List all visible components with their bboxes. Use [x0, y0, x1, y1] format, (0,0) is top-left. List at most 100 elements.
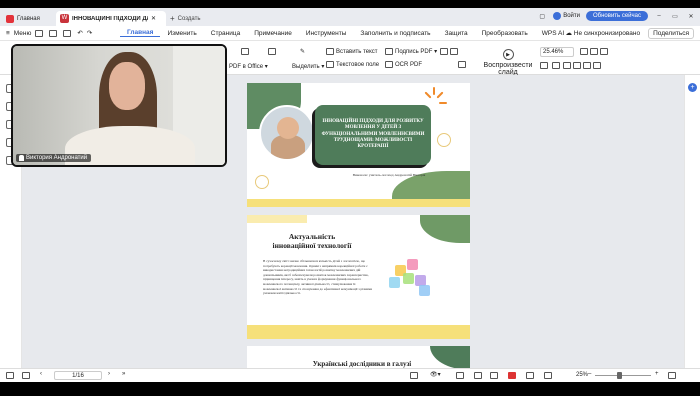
share-button[interactable]: Поделиться	[648, 27, 694, 39]
add-icon[interactable]: +	[688, 83, 697, 92]
zoom-in-small-icon[interactable]: +	[655, 371, 659, 377]
signin-button[interactable]: Войти	[553, 12, 580, 20]
eye-protection-icon[interactable]	[544, 372, 552, 379]
plus-icon: +	[170, 14, 175, 23]
video-call-tile[interactable]: Виктория Андронатий	[11, 44, 227, 167]
fit-icon[interactable]	[22, 372, 30, 379]
view-icons-bottom[interactable]	[540, 62, 603, 69]
menu-item-edit[interactable]: Изменить	[160, 30, 203, 37]
continuous-icon	[583, 62, 592, 69]
convert-doc-icon	[241, 48, 249, 55]
menu-item-page[interactable]: Страница	[204, 30, 247, 37]
new-tab-label: Создать	[177, 15, 201, 22]
select-button[interactable]: Выделить ▾	[292, 63, 324, 70]
window-layout-icon[interactable]: ▢	[537, 13, 547, 20]
status-bar: ‹ 1/16 › » 👁▾ 25% – +	[0, 368, 700, 382]
decor-shape	[420, 215, 470, 243]
zoom-select[interactable]: 25.46%	[540, 47, 574, 57]
play-icon: ▶	[502, 49, 514, 60]
maximize-icon[interactable]: ▭	[670, 13, 680, 20]
zoom-out-icon	[540, 62, 548, 69]
eye-icon[interactable]: 👁▾	[430, 371, 441, 378]
hamburger-icon[interactable]: ≡	[6, 30, 10, 37]
participant-name-tag: Виктория Андронатий	[16, 154, 92, 162]
menu-item-protect[interactable]: Защита	[438, 30, 475, 37]
zoom-slider[interactable]	[595, 375, 651, 376]
redo-icon[interactable]: ↷	[87, 29, 92, 37]
tab-document[interactable]: W ІННОВАЦІЙНІ ПІДХОДИ ДЛ ✕	[56, 11, 166, 26]
slide-page-2: Актуальність інноваційної технології В с…	[247, 215, 470, 339]
signature-icon	[385, 48, 393, 55]
new-tab-button[interactable]: + Создать	[170, 11, 210, 26]
close-window-icon[interactable]: ✕	[686, 13, 696, 20]
menu-label[interactable]: Меню	[14, 30, 32, 37]
avatar	[553, 12, 562, 20]
zoom-percent: 25%	[576, 372, 589, 378]
zoom-slider-handle[interactable]	[617, 372, 622, 379]
print-icon[interactable]	[63, 29, 72, 37]
insert-text-icon	[326, 48, 334, 55]
open-icon[interactable]	[35, 29, 44, 37]
slide-1-title: ІННОВАЦІЙНІ ПІДХОДИ ДЛЯ РОЗВИТКУ МОВЛЕНН…	[315, 105, 431, 165]
text-field-button[interactable]: Текстовое поле	[326, 61, 379, 68]
fit-screen-icon[interactable]	[456, 372, 464, 379]
cloud-sync-status[interactable]: ☁ Не синхронизировано	[565, 29, 640, 37]
next-page-icon[interactable]: ›	[108, 371, 110, 377]
pdf-to-office-label: PDF в Office	[229, 64, 264, 70]
menu-item-comment[interactable]: Примечание	[247, 30, 299, 37]
compress-icon[interactable]	[458, 61, 468, 68]
image-tools[interactable]	[440, 48, 460, 55]
insert-text-button[interactable]: Вставить текст	[326, 48, 378, 55]
two-page-view-icon[interactable]	[490, 372, 498, 379]
signin-label: Войти	[563, 13, 580, 19]
menu-right-area: ☁ Не синхронизировано Поделиться	[565, 27, 694, 39]
wps-logo-icon	[6, 14, 14, 23]
zoom-out-small-icon[interactable]: –	[588, 371, 591, 377]
menu-item-fill-sign[interactable]: Заполнить и подписать	[353, 30, 437, 37]
participant-face	[109, 62, 145, 110]
tab-home-label: Главная	[17, 15, 40, 22]
play-slides-button[interactable]: ▶ Воспроизвести слайд	[480, 49, 536, 76]
menu-item-tools[interactable]: Инструменты	[299, 30, 354, 37]
cursor-icon: ✎	[300, 49, 306, 55]
undo-icon[interactable]: ↶	[77, 29, 82, 37]
slideshow-icon[interactable]	[508, 372, 516, 379]
fullscreen-icon[interactable]	[668, 372, 676, 379]
text-field-icon	[326, 61, 334, 68]
edit-doc-icon	[268, 48, 276, 55]
menu-item-home[interactable]: Главная	[120, 29, 161, 37]
dark-mode-icon[interactable]	[526, 372, 534, 379]
select-label: Выделить	[292, 64, 320, 70]
edit-pdf-icon[interactable]	[268, 48, 278, 55]
decor-swirl	[255, 175, 269, 189]
prev-page-icon[interactable]: ‹	[40, 371, 42, 377]
two-page-icon	[573, 62, 582, 69]
sign-pdf-button[interactable]: Подпись PDF ▾	[385, 48, 437, 55]
close-tab-icon[interactable]: ✕	[151, 15, 156, 22]
view-icons-top[interactable]	[580, 48, 610, 55]
zoom-in-icon	[551, 62, 560, 69]
decor-band	[247, 215, 307, 223]
pdf-to-office-button[interactable]: PDF в Office ▾	[229, 63, 268, 70]
single-page-view-icon[interactable]	[410, 372, 418, 379]
minimize-icon[interactable]: –	[654, 13, 664, 19]
page-number-field[interactable]: 1/16	[54, 371, 102, 380]
ocr-icon	[385, 61, 393, 68]
decor-band	[247, 199, 470, 207]
insert-text-label: Вставить текст	[336, 49, 378, 56]
convert-icon[interactable]	[241, 48, 251, 55]
ocr-button[interactable]: OCR PDF	[385, 61, 422, 68]
continuous-view-icon[interactable]	[474, 372, 482, 379]
slide-page-1: ІННОВАЦІЙНІ ПІДХОДИ ДЛЯ РОЗВИТКУ МОВЛЕНН…	[247, 83, 470, 207]
save-icon[interactable]	[49, 29, 58, 37]
upgrade-button[interactable]: Обновить сейчас	[586, 11, 648, 21]
slide-page-3: Українські дослідники в галузі	[247, 346, 470, 370]
last-page-icon[interactable]: »	[122, 371, 125, 377]
child-photo	[259, 105, 315, 161]
toy-cubes-image	[385, 257, 435, 297]
tab-home[interactable]: Главная	[6, 11, 52, 26]
sidebar-toggle-icon[interactable]	[6, 372, 14, 379]
compress-doc-icon	[458, 61, 466, 68]
menu-item-convert[interactable]: Преобразовать	[475, 30, 535, 37]
slide-2-body: В сучасному світі значно збільшилася кіл…	[263, 259, 373, 296]
